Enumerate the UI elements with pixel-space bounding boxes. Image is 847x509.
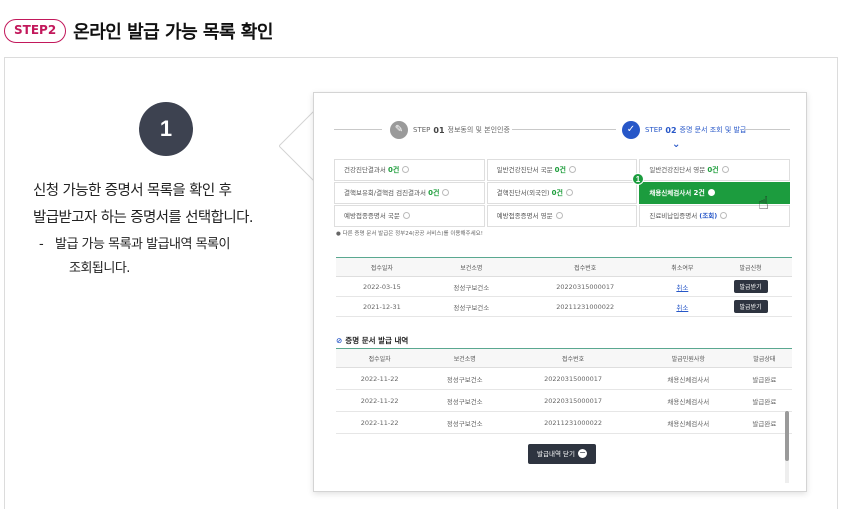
table-row: 2022-11-22 정성구보건소 20211231000022 채용신체검사서… (336, 411, 792, 434)
step-header: STEP2 온라인 발급 가능 목록 확인 (4, 18, 273, 44)
close-history-button[interactable]: 발급내역 닫기 − (528, 444, 596, 464)
minus-circle-icon: − (577, 447, 587, 458)
dash-bullet: - (39, 237, 44, 252)
cert-item[interactable]: 예방접종증명서 국문 (334, 205, 485, 227)
guide-line-1: 신청 가능한 증명서 목록을 확인 후 (33, 183, 232, 199)
check-icon (565, 188, 573, 196)
progress-step-1: ✎ STEP 01 정보동의 및 본인인증 (390, 121, 510, 139)
notice-text: ● 다른 증명 문서 발급은 정부24(공공 서비스)를 이용해주세요! (336, 231, 483, 237)
guide-description: 신청 가능한 증명서 목록을 확인 후 발급받고자 하는 증명서를 선택합니다. (33, 178, 303, 232)
scrollbar[interactable] (785, 411, 789, 483)
step-number-circle: 1 (139, 102, 193, 156)
cert-item[interactable]: 결핵보유회/결핵검 검진결과서 0건 (334, 182, 485, 204)
issue-button[interactable]: 발급받기 (733, 300, 768, 313)
scrollbar-thumb[interactable] (785, 411, 789, 461)
check-circle-icon: ✓ (622, 121, 640, 139)
column-header: 발급상태 (736, 348, 792, 368)
guide-line-2: 발급받고자 하는 증명서를 선택합니다. (33, 210, 253, 226)
column-header: 접수일자 (336, 257, 428, 277)
available-table: 접수일자 보건소명 접수번호 취소여부 발급신청 2022-03-15 정성구보… (336, 257, 792, 317)
check-icon (402, 211, 410, 219)
check-icon (442, 188, 450, 196)
table-row: 2021-12-31 정성구보건소 20211231000022 취소 발급받기 (336, 296, 792, 317)
screen-mockup: ✎ STEP 01 정보동의 및 본인인증 ✓ STEP 02 증명 문서 조회 및 발… (313, 92, 807, 492)
step-badge: STEP2 (4, 19, 67, 43)
guide-subnote: - 발급 가능 목록과 발급내역 목록이 조회됩니다. (39, 233, 230, 281)
check-icon (721, 165, 729, 173)
column-header: 취소여부 (655, 257, 710, 277)
check-icon (402, 165, 410, 173)
pointer-hand-icon: ☝ (758, 193, 769, 214)
progress-line (334, 129, 382, 130)
selection-number-badge: 1 (632, 173, 644, 185)
progress-line (744, 129, 790, 130)
page-title: 온라인 발급 가능 목록 확인 (73, 22, 273, 43)
cert-item[interactable]: 건강진단결과서 0건 (334, 159, 485, 181)
progress-line (512, 129, 616, 130)
chevron-down-icon: ⌄ (672, 139, 681, 150)
edit-icon: ✎ (390, 121, 408, 139)
cert-grid: 건강진단결과서 0건 일반건강진단서 국문 0건 일반건강진단서 영문 0건 결… (334, 159, 792, 228)
subnote-line-2: 조회됩니다. (69, 261, 130, 276)
column-header: 발급민원사항 (639, 348, 737, 368)
history-section-title: ⊘ 증명 문서 발급 내역 (336, 336, 409, 345)
cert-item[interactable]: 일반건강진단서 국문 0건 (486, 159, 638, 181)
status-link[interactable]: 취소 (676, 304, 688, 312)
check-circle-icon: ⊘ (336, 336, 343, 345)
callout-pointer-icon (279, 110, 315, 182)
cert-item[interactable]: 일반건강진단서 영문 0건 (639, 159, 791, 181)
check-icon (707, 188, 715, 196)
column-header: 보건소명 (423, 348, 507, 368)
content-panel: 1 신청 가능한 증명서 목록을 확인 후 발급받고자 하는 증명서를 선택합니… (4, 57, 838, 509)
column-header: 보건소명 (427, 257, 515, 277)
progress-steps: ✎ STEP 01 정보동의 및 본인인증 ✓ STEP 02 증명 문서 조회 및 발… (334, 121, 790, 151)
table-row: 2022-03-15 정성구보건소 20220315000017 취소 발급받기 (336, 276, 792, 297)
table-row: 2022-11-22 정성구보건소 20220315000017 채용신체검사서… (336, 389, 792, 412)
column-header: 접수번호 (514, 257, 656, 277)
cert-item[interactable]: 결핵진단서(외국인) 0건 (486, 182, 638, 204)
column-header: 발급신청 (709, 257, 792, 277)
issue-button[interactable]: 발급받기 (733, 280, 768, 293)
column-header: 접수번호 (506, 348, 640, 368)
progress-step-2: ✓ STEP 02 증명 문서 조회 및 발급 (622, 121, 746, 139)
table-row: 2022-11-22 정성구보건소 20220315000017 채용신체검사서… (336, 367, 792, 390)
check-icon (555, 211, 563, 219)
check-icon (568, 165, 576, 173)
check-icon (720, 211, 728, 219)
status-link[interactable]: 취소 (676, 284, 688, 292)
cert-item[interactable]: 예방접종증명서 영문 (486, 205, 638, 227)
subnote-line-1: 발급 가능 목록과 발급내역 목록이 (55, 237, 230, 252)
column-header: 접수일자 (336, 348, 424, 368)
history-table: 접수일자 보건소명 접수번호 발급민원사항 발급상태 2022-11-22 정성… (336, 348, 792, 434)
